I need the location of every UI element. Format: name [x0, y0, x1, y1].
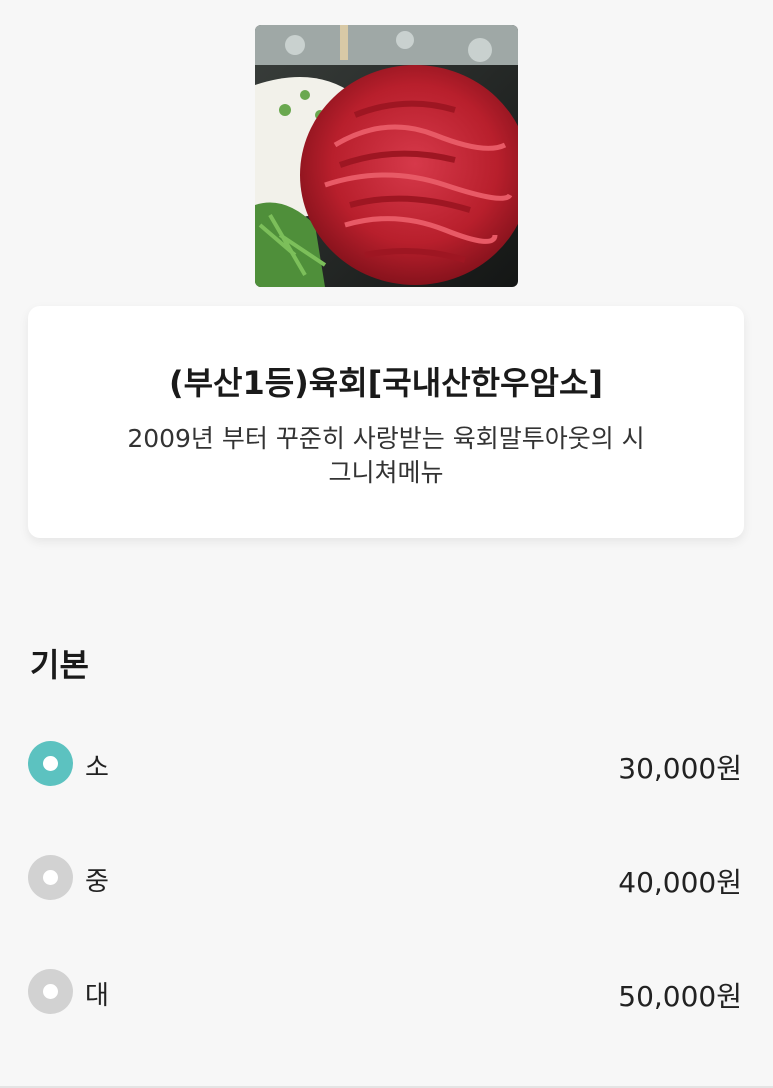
radio-unselected-icon[interactable] — [28, 969, 73, 1014]
option-row-medium[interactable]: 중 40,000원 — [28, 855, 744, 905]
option-row-large[interactable]: 대 50,000원 — [28, 969, 744, 1019]
menu-photo — [255, 25, 518, 287]
option-price: 40,000원 — [618, 866, 742, 899]
radio-unselected-icon[interactable] — [28, 855, 73, 900]
option-label: 중 — [85, 867, 109, 897]
radio-selected-icon[interactable] — [28, 741, 73, 786]
option-group-title: 기본 — [30, 646, 89, 684]
option-label: 대 — [85, 981, 109, 1011]
option-price: 50,000원 — [618, 980, 742, 1013]
menu-title: (부산1등)육회[국내산한우암소] — [168, 364, 604, 402]
menu-option-page: (부산1등)육회[국내산한우암소] 2009년 부터 꾸준히 사랑받는 육회말투… — [0, 0, 773, 1088]
option-price: 30,000원 — [618, 752, 742, 785]
option-label: 소 — [85, 753, 109, 783]
menu-description: 2009년 부터 꾸준히 사랑받는 육회말투아웃의 시그니쳐메뉴 — [127, 424, 645, 487]
menu-info-card: (부산1등)육회[국내산한우암소] 2009년 부터 꾸준히 사랑받는 육회말투… — [28, 306, 744, 538]
option-row-small[interactable]: 소 30,000원 — [28, 741, 744, 791]
